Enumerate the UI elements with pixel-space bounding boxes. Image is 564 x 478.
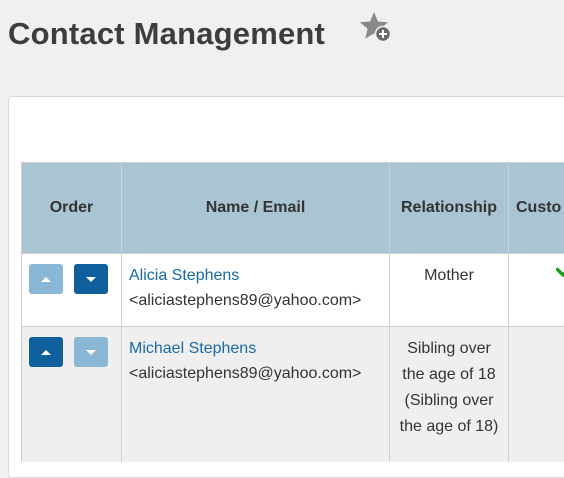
move-up-button[interactable] [29,264,63,294]
move-up-button[interactable] [29,337,63,367]
page-title: Contact Management [8,16,325,52]
move-down-button[interactable] [74,337,108,367]
contact-name-link[interactable]: Michael Stephens [129,336,389,361]
checkmark-icon [556,261,564,282]
add-favorite-star-icon[interactable] [358,10,394,46]
table-row: Michael Stephens <aliciastephens89@yahoo… [22,327,564,463]
order-cell [22,327,122,463]
name-email-cell: Alicia Stephens <aliciastephens89@yahoo.… [122,254,390,327]
caret-up-icon [41,277,51,282]
column-header-name-email[interactable]: Name / Email [122,163,390,254]
table-header-row: Order Name / Email Relationship Custo [22,163,564,254]
caret-down-icon [86,277,96,282]
column-header-custody[interactable]: Custo [509,163,564,254]
contact-name-link[interactable]: Alicia Stephens [129,263,389,288]
column-header-order[interactable]: Order [22,163,122,254]
contact-email: <aliciastephens89@yahoo.com> [129,288,389,313]
contact-email: <aliciastephens89@yahoo.com> [129,361,389,386]
contacts-table: Order Name / Email Relationship Custo [21,162,564,462]
relationship-cell: Mother [390,254,509,327]
contacts-table-container: Order Name / Email Relationship Custo [21,162,564,462]
order-cell [22,254,122,327]
move-down-button[interactable] [74,264,108,294]
custody-cell [509,327,564,463]
star-plus-icon [358,10,394,46]
page-header: Contact Management [8,0,325,70]
caret-down-icon [86,350,96,355]
name-email-cell: Michael Stephens <aliciastephens89@yahoo… [122,327,390,463]
custody-cell [509,254,564,327]
column-header-relationship[interactable]: Relationship [390,163,509,254]
relationship-cell: Sibling over the age of 18 (Sibling over… [390,327,509,463]
table-row: Alicia Stephens <aliciastephens89@yahoo.… [22,254,564,327]
caret-up-icon [41,350,51,355]
